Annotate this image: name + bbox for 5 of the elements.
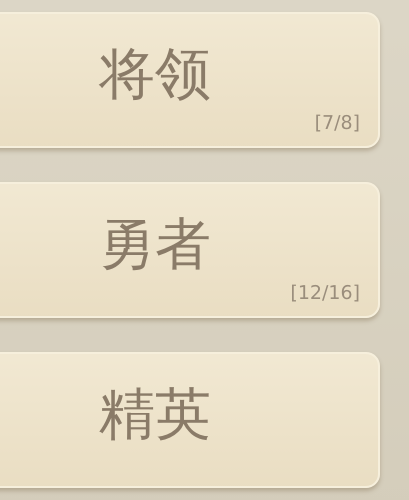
menu-button[interactable]: 勇者 [12/16]	[0, 182, 380, 318]
progress-count: [7/8]	[314, 112, 360, 134]
menu-button[interactable]: 精英	[0, 352, 380, 488]
menu-button[interactable]: 将领 [7/8]	[0, 12, 380, 148]
progress-count: [12/16]	[290, 282, 360, 304]
